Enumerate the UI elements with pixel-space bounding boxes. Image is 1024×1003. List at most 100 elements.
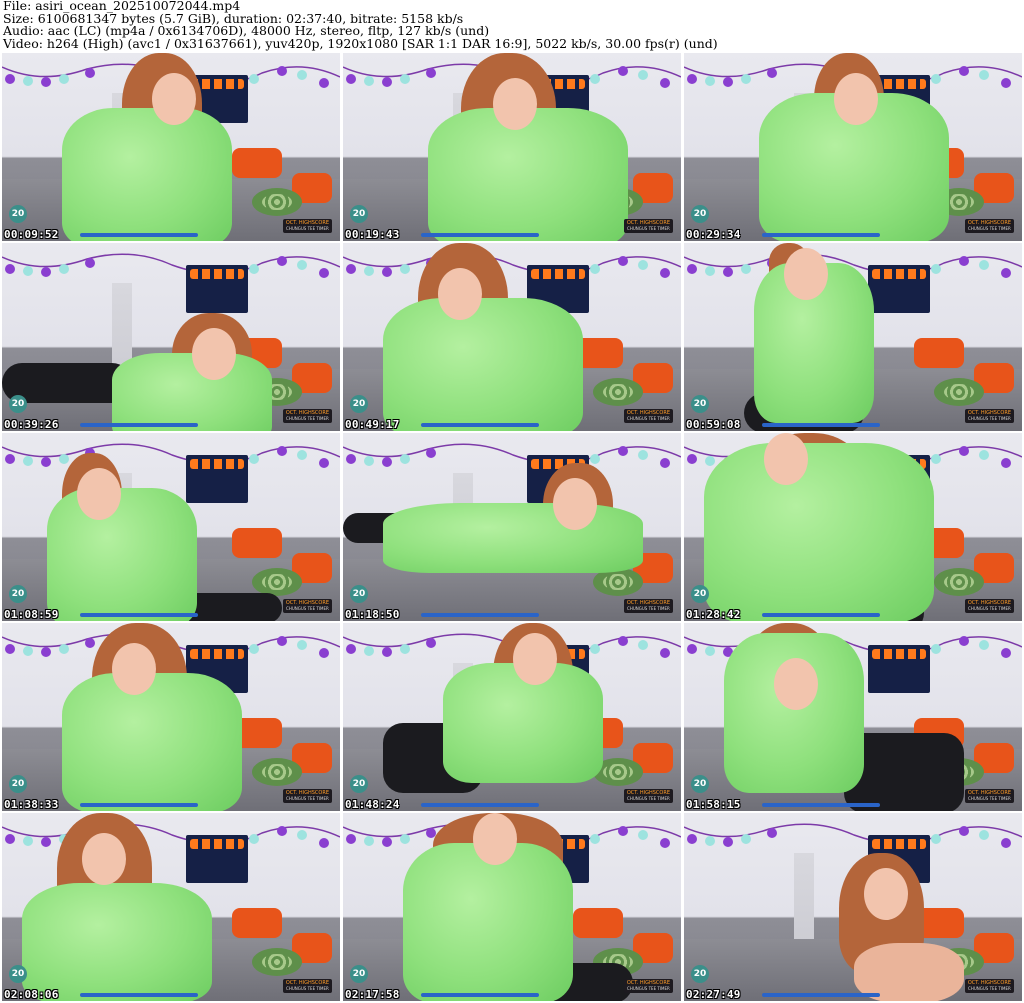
- pillow: [573, 908, 623, 938]
- garland-ornament: [767, 68, 777, 78]
- garland-ornament: [346, 644, 356, 654]
- thumbnail-timestamp: 01:18:50: [345, 608, 400, 621]
- garland-ornament: [59, 454, 69, 464]
- garland-ornament: [277, 256, 287, 266]
- highscore-badge: OCT. HIGHSCORE CHUNGUS TEE TIMER: [282, 979, 332, 993]
- thumbnail-timestamp: 02:08:06: [4, 988, 59, 1001]
- highscore-badge: OCT. HIGHSCORE CHUNGUS TEE TIMER: [282, 789, 332, 803]
- garland-ornament: [41, 647, 51, 657]
- garland-ornament: [319, 648, 329, 658]
- stream-counter-badge: 20: [691, 205, 709, 223]
- garland-ornament: [590, 264, 600, 274]
- garland-ornament: [1001, 838, 1011, 848]
- highscore-subtitle: CHUNGUS TEE TIMER: [627, 986, 670, 991]
- garland-ornament: [660, 78, 670, 88]
- pillow: [232, 148, 282, 178]
- green-costume: [428, 108, 628, 241]
- garland-ornament: [382, 837, 392, 847]
- garland-ornament: [249, 74, 259, 84]
- garland-ornament: [660, 268, 670, 278]
- video-thumbnail: 20 OCT. HIGHSCORE CHUNGUS TEE TIMER 02:17:5…: [343, 813, 681, 1001]
- garland-ornament: [705, 456, 715, 466]
- garland-ornament: [5, 454, 15, 464]
- video-thumbnail: 20 OCT. HIGHSCORE CHUNGUS TEE TIMER 02:08:0…: [2, 813, 340, 1001]
- garland-ornament: [297, 70, 307, 80]
- garland-ornament: [767, 828, 777, 838]
- pillow: [914, 338, 964, 368]
- stream-link-bar: [762, 423, 880, 427]
- highscore-badge: OCT. HIGHSCORE CHUNGUS TEE TIMER: [623, 219, 673, 233]
- highscore-subtitle: CHUNGUS TEE TIMER: [968, 986, 1011, 991]
- stream-link-bar: [421, 993, 539, 997]
- thumbnail-timestamp: 01:48:24: [345, 798, 400, 811]
- highscore-subtitle: CHUNGUS TEE TIMER: [286, 416, 329, 421]
- pumpkin-decoration: [872, 839, 926, 849]
- garland-ornament: [959, 446, 969, 456]
- face: [864, 868, 908, 920]
- highscore-badge: OCT. HIGHSCORE CHUNGUS TEE TIMER: [964, 789, 1014, 803]
- garland-ornament: [400, 644, 410, 654]
- garland-ornament: [931, 644, 941, 654]
- green-costume: [22, 883, 212, 1001]
- garland-ornament: [85, 638, 95, 648]
- garland-ornament: [346, 834, 356, 844]
- pumpkin-decoration: [872, 649, 926, 659]
- stream-counter-badge: 20: [9, 585, 27, 603]
- thumbnail-timestamp: 01:28:42: [686, 608, 741, 621]
- stream-counter-badge: 20: [350, 585, 368, 603]
- garland-ornament: [23, 456, 33, 466]
- halloween-garland: [343, 253, 681, 278]
- garland-ornament: [400, 74, 410, 84]
- garland-ornament: [959, 256, 969, 266]
- garland-ornament: [618, 636, 628, 646]
- garland-ornament: [660, 648, 670, 658]
- face: [774, 658, 818, 710]
- stream-counter-badge: 20: [691, 585, 709, 603]
- stream-link-bar: [80, 613, 198, 617]
- stream-link-bar: [762, 803, 880, 807]
- pumpkin-decoration: [190, 269, 244, 279]
- thumbnail-timestamp: 00:59:08: [686, 418, 741, 431]
- halloween-garland: [2, 253, 340, 278]
- stream-counter-badge: 20: [350, 395, 368, 413]
- turtle-plush: [593, 378, 643, 406]
- garland-ornament: [41, 837, 51, 847]
- garland-ornament: [687, 834, 697, 844]
- garland-ornament: [41, 267, 51, 277]
- stream-counter-badge: 20: [691, 395, 709, 413]
- garland-ornament: [297, 260, 307, 270]
- garland-ornament: [705, 836, 715, 846]
- garland-ornament: [382, 77, 392, 87]
- stream-link-bar: [80, 993, 198, 997]
- pumpkin-decoration: [190, 649, 244, 659]
- thumbnail-timestamp: 00:09:52: [4, 228, 59, 241]
- video-thumbnail: 20 OCT. HIGHSCORE CHUNGUS TEE TIMER 01:48:2…: [343, 623, 681, 811]
- garland-ornament: [687, 74, 697, 84]
- garland-ornament: [741, 834, 751, 844]
- highscore-subtitle: CHUNGUS TEE TIMER: [286, 606, 329, 611]
- garland-ornament: [705, 266, 715, 276]
- video-thumbnail: 20 OCT. HIGHSCORE CHUNGUS TEE TIMER 01:38:3…: [2, 623, 340, 811]
- garland-ornament: [23, 266, 33, 276]
- highscore-subtitle: CHUNGUS TEE TIMER: [627, 606, 670, 611]
- garland-ornament: [364, 266, 374, 276]
- stream-link-bar: [421, 233, 539, 237]
- garland-ornament: [249, 834, 259, 844]
- green-costume: [47, 488, 197, 621]
- highscore-subtitle: CHUNGUS TEE TIMER: [286, 986, 329, 991]
- garland-ornament: [346, 264, 356, 274]
- face: [192, 328, 236, 380]
- garland-ornament: [382, 267, 392, 277]
- garland-ornament: [23, 836, 33, 846]
- garland-ornament: [618, 446, 628, 456]
- garland-ornament: [959, 826, 969, 836]
- garland-ornament: [959, 636, 969, 646]
- garland-ornament: [979, 640, 989, 650]
- green-costume: [112, 353, 272, 431]
- stream-link-bar: [80, 233, 198, 237]
- stream-counter-badge: 20: [9, 965, 27, 983]
- garland-ornament: [249, 454, 259, 464]
- garland-ornament: [382, 457, 392, 467]
- garland-ornament: [382, 647, 392, 657]
- garland-ornament: [5, 74, 15, 84]
